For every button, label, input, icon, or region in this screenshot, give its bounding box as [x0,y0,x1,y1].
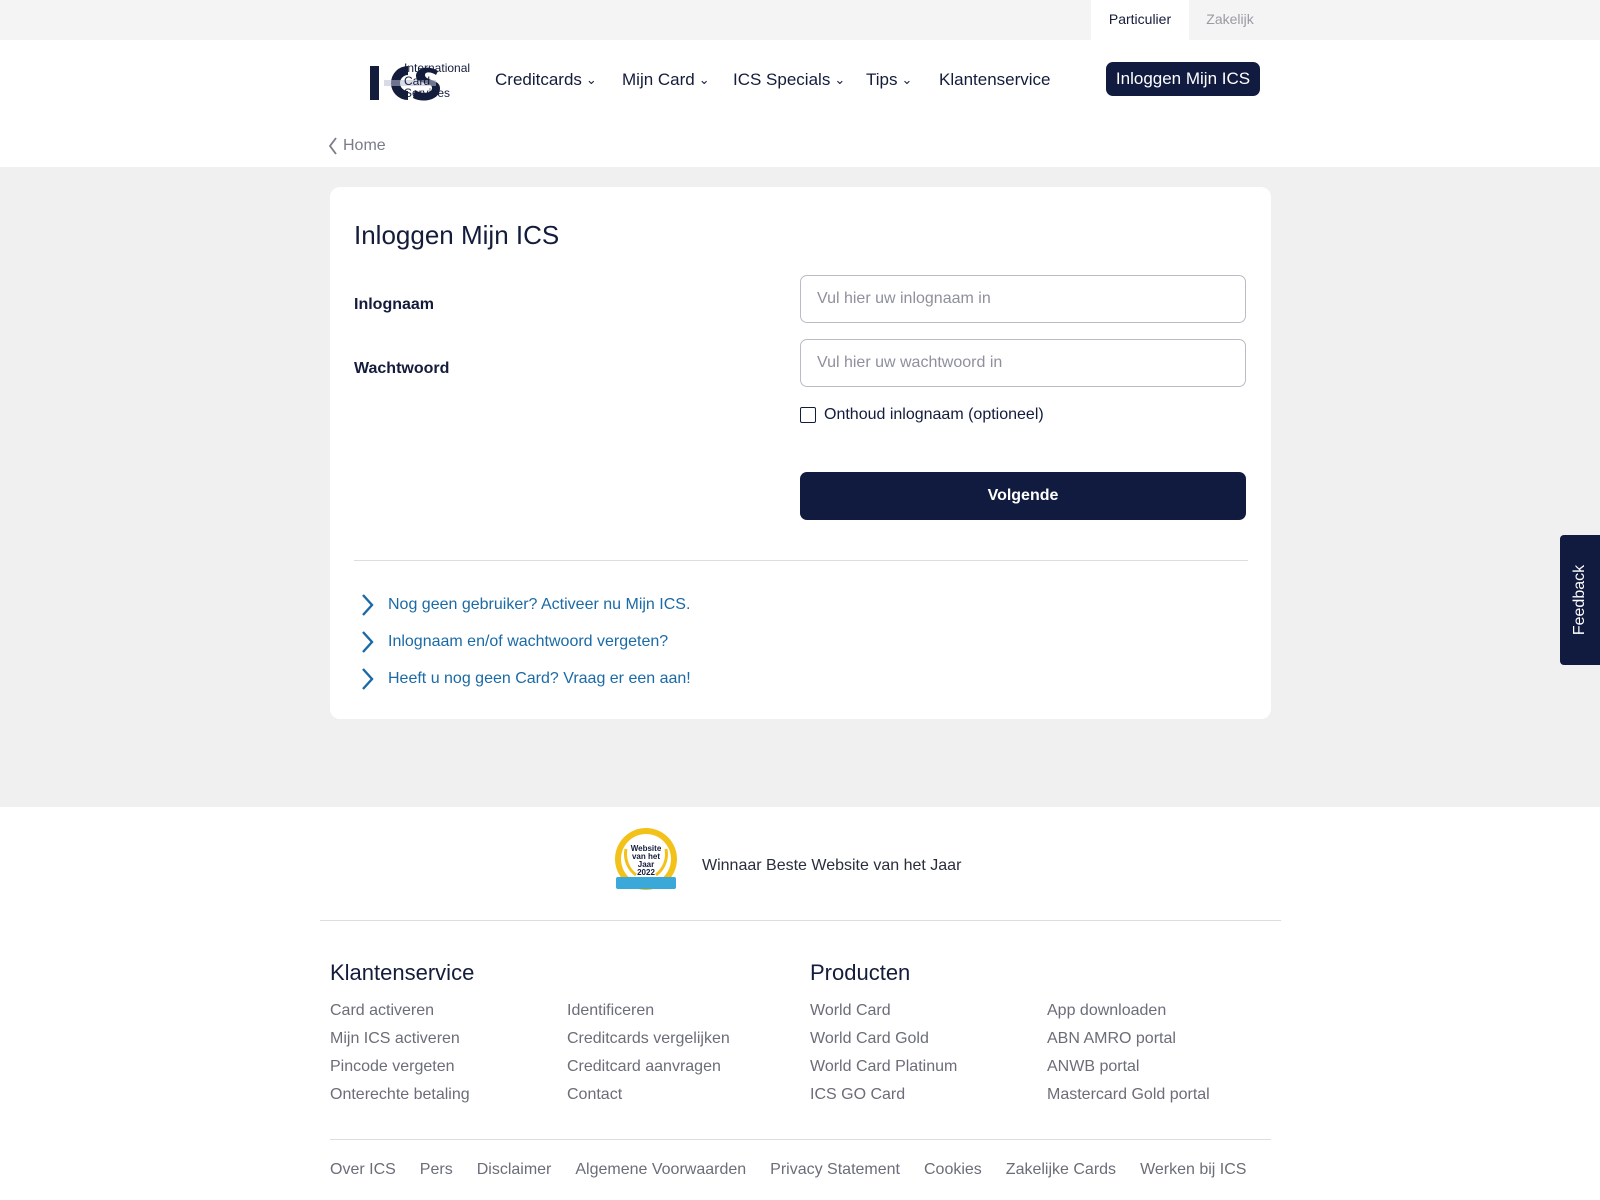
footer-link[interactable]: Onterechte betaling [330,1085,470,1113]
remember-username-checkbox[interactable] [800,407,816,423]
feedback-label: Feedback [1571,564,1588,636]
chevron-down-icon: ⌄ [698,72,710,87]
username-input[interactable] [800,275,1246,323]
breadcrumb[interactable]: Home [328,137,386,155]
footer-link[interactable]: ABN AMRO portal [1047,1029,1210,1057]
footer-link[interactable]: World Card [810,1001,957,1029]
activate-mijn-ics-label: Nog geen gebruiker? Activeer nu Mijn ICS… [388,596,691,613]
activate-mijn-ics-link[interactable]: Nog geen gebruiker? Activeer nu Mijn ICS… [360,593,690,617]
nav-creditcards-label: Creditcards [495,70,582,89]
breadcrumb-home: Home [343,137,386,154]
footer-link[interactable]: ANWB portal [1047,1057,1210,1085]
nav-tips[interactable]: Tips ⌄ [866,69,912,93]
nav-tips-label: Tips [866,70,898,89]
password-input[interactable] [800,339,1246,387]
nav-mijn-card[interactable]: Mijn Card ⌄ [622,69,710,93]
footer-link[interactable]: World Card Platinum [810,1057,957,1085]
footer-link[interactable]: Creditcards vergelijken [567,1029,730,1057]
footer-link[interactable]: Pincode vergeten [330,1057,470,1085]
chevron-left-icon [328,137,337,155]
footer-bottom-link[interactable]: Zakelijke Cards [1006,1161,1116,1179]
remember-username-row[interactable]: Onthoud inlognaam (optioneel) [800,406,1044,424]
submit-button[interactable]: Volgende [800,472,1246,520]
username-label: Inlognaam [354,296,435,313]
footer-klantenservice-title: Klantenservice [330,960,475,985]
header-login-button[interactable]: Inloggen Mijn ICS [1106,62,1260,96]
footer-link[interactable]: Creditcard aanvragen [567,1057,730,1085]
password-label: Wachtwoord [354,360,450,377]
logo-text: International Card Services [404,62,470,100]
footer-bottom-link[interactable]: Over ICS [330,1161,396,1179]
chevron-down-icon: ⌄ [585,72,597,87]
footer-bottom-link[interactable]: Disclaimer [477,1161,552,1179]
request-card-link[interactable]: Heeft u nog geen Card? Vraag er een aan! [360,667,691,691]
footer-producten-col2: App downloaden ABN AMRO portal ANWB port… [1047,1001,1210,1113]
login-card: Inloggen Mijn ICS Inlognaam Wachtwoord O… [330,187,1271,719]
award-badge-icon: Website van het Jaar 2022 [615,828,677,890]
footer-link[interactable]: Card activeren [330,1001,470,1029]
page-title: Inloggen Mijn ICS [354,220,560,250]
footer-bottom-link[interactable]: Privacy Statement [770,1161,900,1179]
segment-particulier[interactable]: Particulier [1091,0,1189,40]
request-card-label: Heeft u nog geen Card? Vraag er een aan! [388,670,691,687]
footer-divider [320,920,1281,921]
logo-line-services: Services [404,86,451,100]
chevron-right-icon [362,631,374,653]
footer-link[interactable]: Mastercard Gold portal [1047,1085,1210,1113]
footer-link[interactable]: ICS GO Card [810,1085,957,1113]
nav-mijn-card-label: Mijn Card [622,70,695,89]
segment-zakelijk[interactable]: Zakelijk [1189,0,1271,40]
logo-line-international: International [404,61,471,75]
nav-ics-specials-label: ICS Specials [733,70,831,89]
segment-bar: Particulier Zakelijk [0,0,1600,40]
footer-bottom-divider [330,1139,1271,1140]
nav-klantenservice-label: Klantenservice [939,70,1051,89]
footer-bottom-links: Over ICS Pers Disclaimer Algemene Voorwa… [330,1161,1270,1179]
remember-username-label: Onthoud inlognaam (optioneel) [824,406,1044,423]
nav-ics-specials[interactable]: ICS Specials ⌄ [733,69,845,93]
forgot-credentials-link[interactable]: Inlognaam en/of wachtwoord vergeten? [360,630,668,654]
badge-line-4: 2022 [637,868,655,877]
award-text: Winnaar Beste Website van het Jaar [702,857,962,874]
footer-link[interactable]: World Card Gold [810,1029,957,1057]
chevron-right-icon [362,594,374,616]
chevron-down-icon: ⌄ [901,72,913,87]
footer-producten-title: Producten [810,960,911,985]
feedback-tab[interactable]: Feedback [1560,535,1600,665]
footer-bottom-link[interactable]: Cookies [924,1161,982,1179]
footer-link[interactable]: Contact [567,1085,730,1113]
nav-klantenservice[interactable]: Klantenservice [939,69,1051,93]
footer-link[interactable]: Mijn ICS activeren [330,1029,470,1057]
footer-bottom-link[interactable]: Pers [420,1161,453,1179]
chevron-down-icon: ⌄ [834,72,846,87]
footer-link[interactable]: Identificeren [567,1001,730,1029]
footer-klantenservice-col2: Identificeren Creditcards vergelijken Cr… [567,1001,730,1113]
divider [354,560,1248,561]
footer-klantenservice-col1: Card activeren Mijn ICS activeren Pincod… [330,1001,470,1113]
footer-link[interactable]: App downloaden [1047,1001,1210,1029]
footer-producten-col1: World Card World Card Gold World Card Pl… [810,1001,957,1113]
nav-creditcards[interactable]: Creditcards ⌄ [495,69,597,93]
forgot-credentials-label: Inlognaam en/of wachtwoord vergeten? [388,633,669,650]
chevron-right-icon [362,668,374,690]
footer-bottom-link[interactable]: Algemene Voorwaarden [575,1161,746,1179]
footer-bottom-link[interactable]: Werken bij ICS [1140,1161,1246,1179]
